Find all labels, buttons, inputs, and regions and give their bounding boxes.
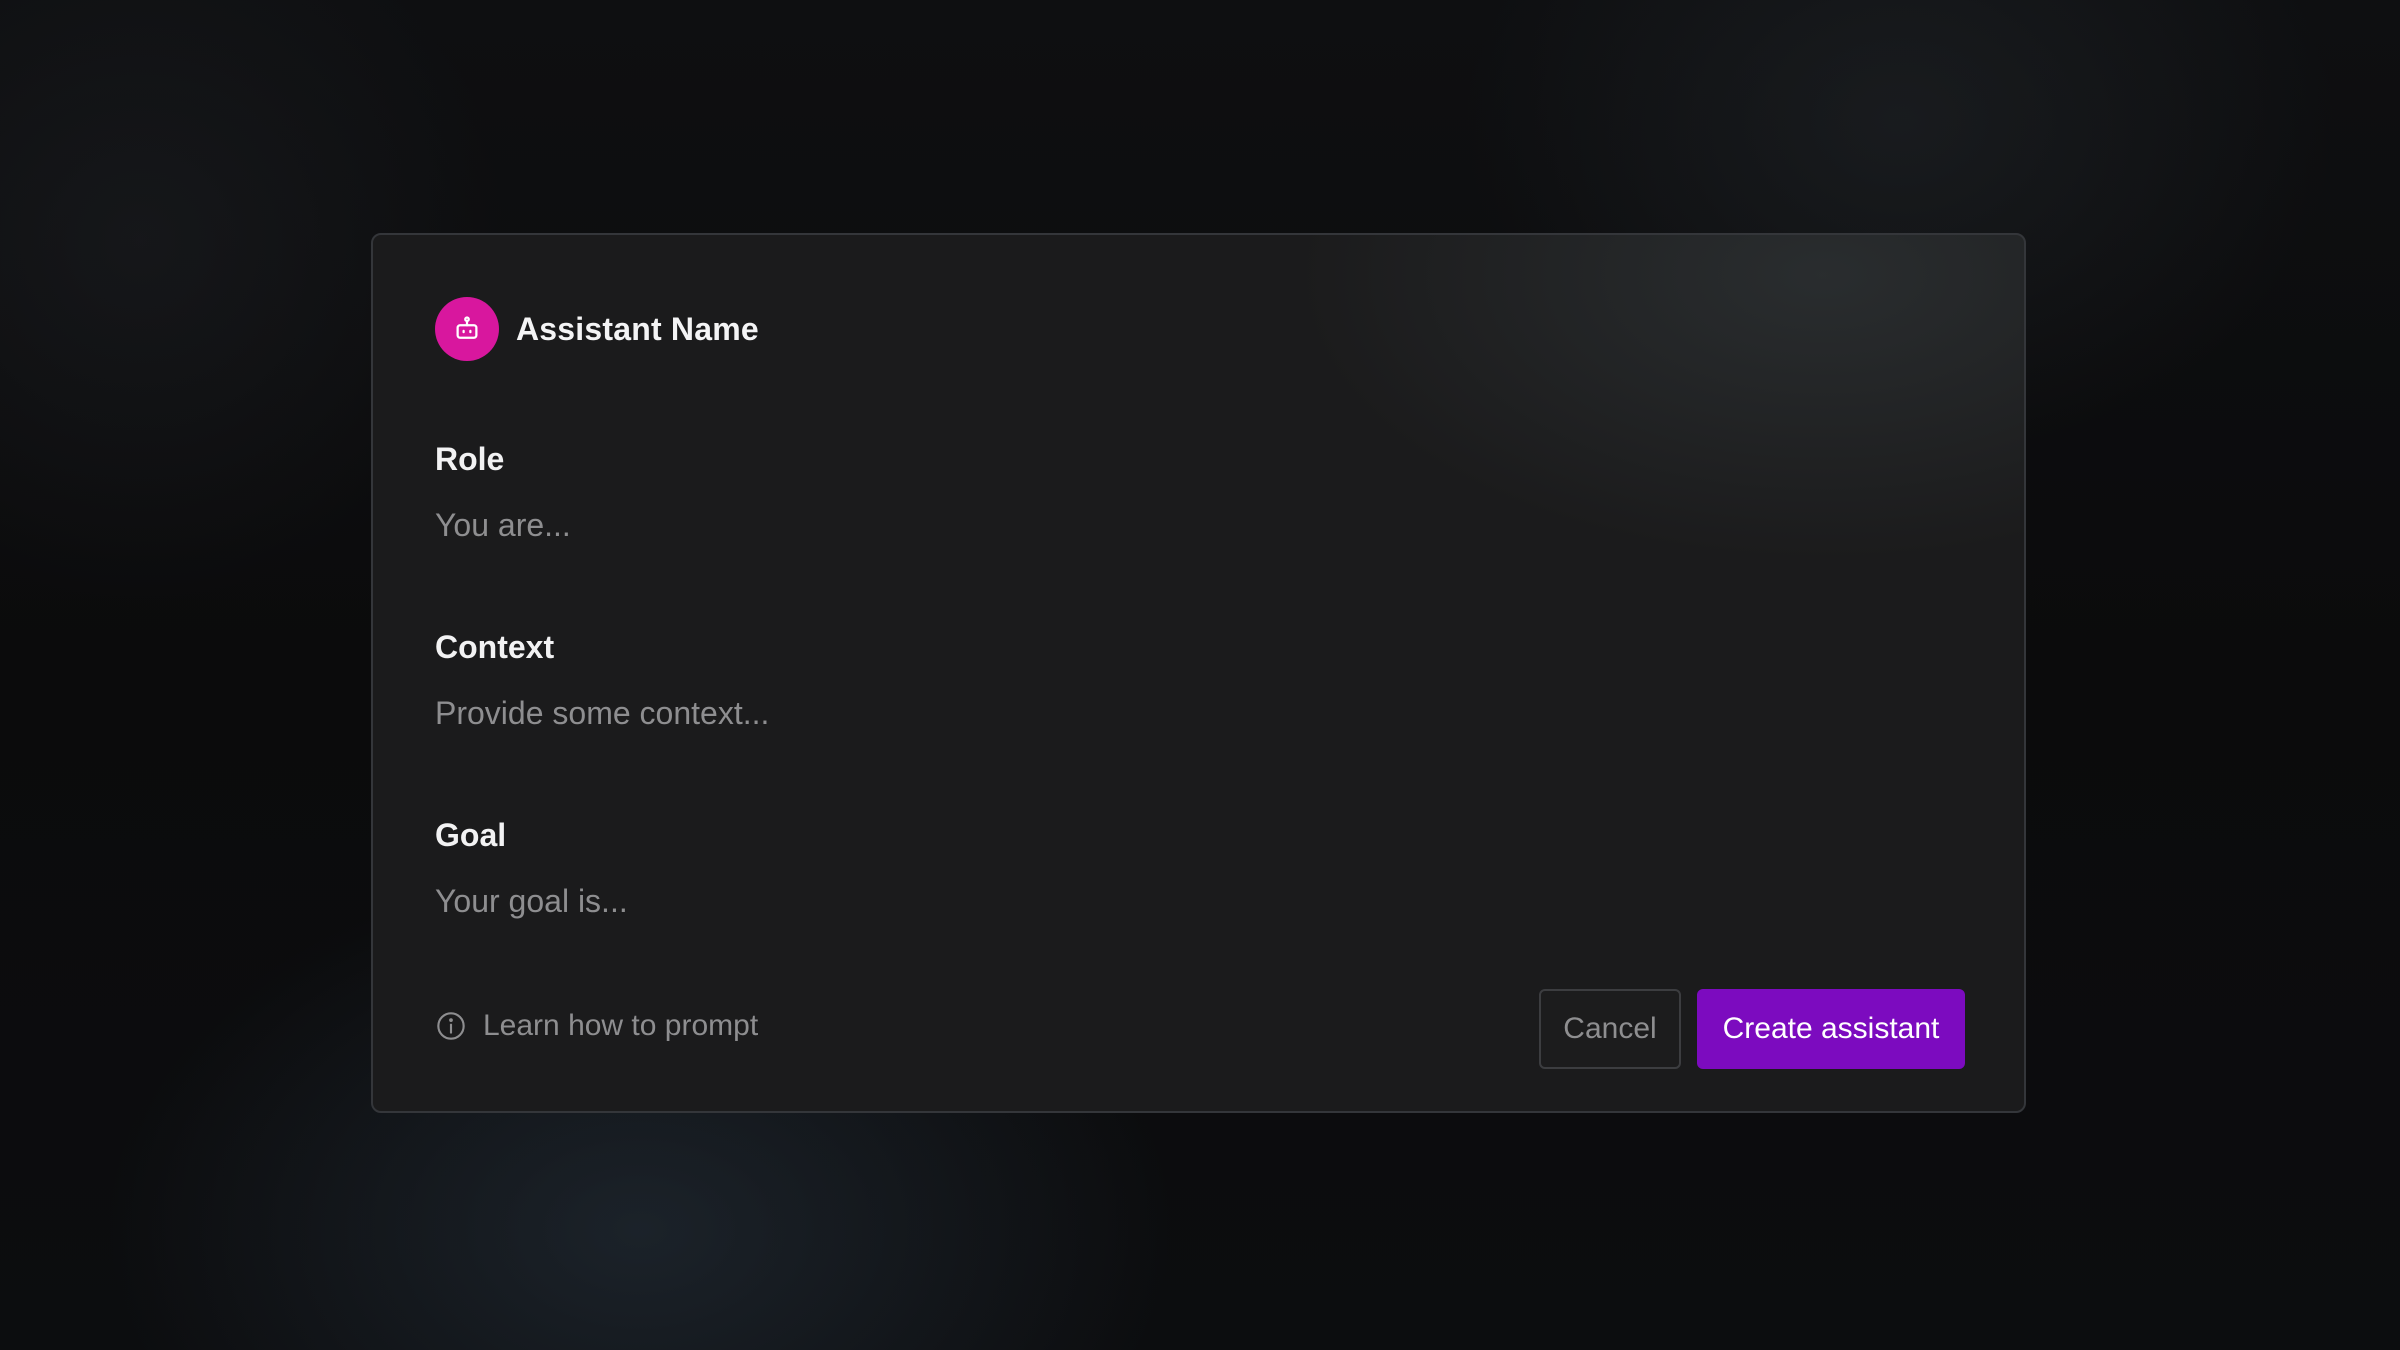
goal-input[interactable] [435, 881, 1835, 921]
context-input[interactable] [435, 693, 1835, 733]
role-label: Role [435, 441, 505, 477]
assistant-name[interactable]: Assistant Name [516, 311, 759, 348]
context-label: Context [435, 629, 555, 665]
page-background: Assistant Name Role Context Goal Learn h… [0, 0, 2400, 1350]
dialog-header: Assistant Name [435, 297, 759, 361]
role-field: Role [435, 439, 1835, 545]
create-assistant-dialog: Assistant Name Role Context Goal Learn h… [371, 233, 2026, 1113]
create-assistant-button[interactable]: Create assistant [1697, 989, 1965, 1069]
cancel-button[interactable]: Cancel [1539, 989, 1681, 1069]
info-circle-icon [435, 1010, 467, 1042]
context-field: Context [435, 627, 1835, 733]
role-input[interactable] [435, 505, 1835, 545]
robot-icon [452, 314, 482, 344]
goal-field: Goal [435, 815, 1835, 921]
learn-prompt-link[interactable]: Learn how to prompt [435, 1009, 758, 1043]
learn-prompt-label: Learn how to prompt [483, 1009, 759, 1042]
assistant-avatar[interactable] [435, 297, 499, 361]
goal-label: Goal [435, 817, 507, 853]
